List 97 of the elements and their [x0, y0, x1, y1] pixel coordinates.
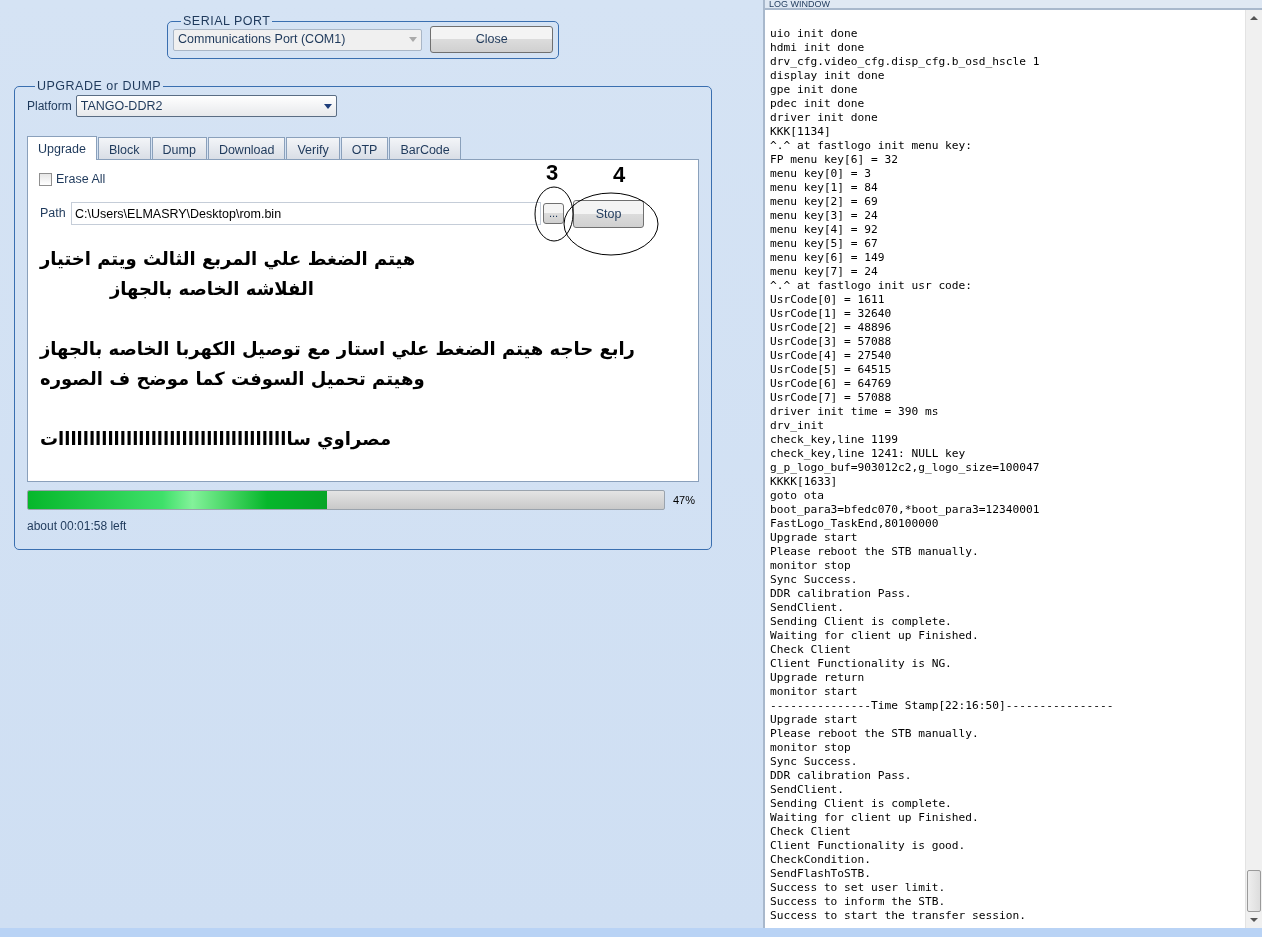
- log-line: UsrCode[4] = 27540: [770, 349, 893, 363]
- log-line: driver init done: [770, 111, 879, 125]
- log-line: pdec init done: [770, 97, 866, 111]
- log-line: ---------------Time Stamp[22:16:50]----------------: [770, 699, 1115, 713]
- log-line: Please reboot the STB manually.: [770, 545, 980, 559]
- checkbox[interactable]: [39, 172, 52, 186]
- log-line: Sending Client is complete.: [770, 797, 953, 811]
- log-line: Upgrade return: [770, 671, 866, 685]
- tab[interactable]: Upgrade: [27, 136, 97, 160]
- tab[interactable]: BarCode: [389, 137, 461, 159]
- log-line: monitor start: [770, 685, 859, 699]
- log-line: menu key[6] = 149: [770, 251, 886, 265]
- log-line: Sync Success.: [770, 573, 859, 587]
- log-line: Success to set user limit.: [770, 881, 947, 895]
- step-number: 4: [613, 164, 626, 186]
- tab[interactable]: Download: [207, 137, 286, 159]
- annotation-text: الفلاشه الخاصه بالجهاز: [110, 276, 314, 302]
- annotation-text: هيتم الضغط علي المربع الثالث ويتم اختيار: [40, 246, 416, 272]
- annotation-text: مصراوي ساااااااااااااااااااااااااااااااااااااات: [40, 426, 392, 452]
- tab[interactable]: OTP: [340, 137, 389, 159]
- path-label: Path: [40, 205, 67, 223]
- log-line: Success to start the transfer session.: [770, 909, 1027, 923]
- log-line: SendClient.: [770, 783, 846, 797]
- port-dropdown[interactable]: Communications Port (COM1): [173, 28, 423, 51]
- scroll-up-icon[interactable]: [1250, 16, 1258, 20]
- log-line: DDR calibration Pass.: [770, 587, 913, 601]
- time-left-text: about 00:01:58 left: [27, 518, 128, 535]
- close-button[interactable]: Close: [430, 26, 553, 53]
- log-line: Sync Success.: [770, 755, 859, 769]
- log-line: goto ota: [770, 489, 825, 503]
- log-line: ^.^ at fastlogo init usr code:: [770, 279, 974, 293]
- log-line: menu key[5] = 67: [770, 237, 879, 251]
- log-line: Success to inform the STB.: [770, 895, 947, 909]
- log-line: check_key,line 1199: [770, 433, 899, 447]
- browse-button[interactable]: ...: [543, 203, 564, 225]
- log-line: UsrCode[2] = 48896: [770, 321, 893, 335]
- log-line: g_p_logo_buf=903012c2,g_logo_size=100047: [770, 461, 1041, 475]
- log-line: ^.^ at fastlogo init menu key:: [770, 139, 974, 153]
- log-line: UsrCode[7] = 57088: [770, 391, 893, 405]
- log-line: UsrCode[1] = 32640: [770, 307, 893, 321]
- log-line: SendFlashToSTB.: [770, 867, 873, 881]
- log-line: menu key[0] = 3: [770, 167, 873, 181]
- log-line: hdmi init done: [770, 41, 866, 55]
- log-line: menu key[4] = 92: [770, 223, 879, 237]
- erase-all-label: Erase All: [56, 171, 106, 188]
- log-line: drv_cfg.video_cfg.disp_cfg.b_osd_hscle 1: [770, 55, 1041, 69]
- log-line: monitor stop: [770, 741, 852, 755]
- scroll-down-icon[interactable]: [1250, 918, 1258, 922]
- log-line: UsrCode[5] = 64515: [770, 363, 893, 377]
- log-line: DDR calibration Pass.: [770, 769, 913, 783]
- scrollbar[interactable]: [1245, 10, 1262, 928]
- log-line: display init done: [770, 69, 886, 83]
- log-line: menu key[7] = 24: [770, 265, 879, 279]
- log-line: UsrCode[6] = 64769: [770, 377, 893, 391]
- scroll-thumb[interactable]: [1247, 870, 1261, 912]
- log-line: SendClient.: [770, 601, 846, 615]
- log-line: FP menu key[6] = 32: [770, 153, 899, 167]
- platform-dropdown[interactable]: TANGO-DDR2: [75, 95, 337, 117]
- log-line: uio init done: [770, 27, 859, 41]
- tab[interactable]: Verify: [286, 137, 340, 159]
- log-line: Upgrade start: [770, 713, 859, 727]
- log-line: check_key,line 1241: NULL key: [770, 447, 967, 461]
- stop-button[interactable]: Stop: [573, 199, 644, 228]
- log-line: Sending Client is complete.: [770, 615, 953, 629]
- log-line: menu key[1] = 84: [770, 181, 879, 195]
- log-line: Client Functionality is good.: [770, 839, 967, 853]
- log-line: driver init time = 390 ms: [770, 405, 940, 419]
- step-number: 3: [546, 162, 559, 184]
- platform-label: Platform: [27, 98, 72, 115]
- log-line: drv_init: [770, 419, 825, 433]
- log-line: FastLogo_TaskEnd,80100000: [770, 517, 940, 531]
- log-window-title: LOG WINDOW: [765, 0, 1262, 10]
- group-title: SERIAL PORT: [182, 14, 272, 28]
- log-line: Check Client: [770, 825, 852, 839]
- log-line: Upgrade start: [770, 531, 859, 545]
- log-line: boot_para3=bfedc070,*boot_para3=12340001: [770, 503, 1041, 517]
- log-line: Check Client: [770, 643, 852, 657]
- log-line: Waiting for client up Finished.: [770, 811, 980, 825]
- group-title: UPGRADE or DUMP: [36, 79, 163, 93]
- path-field[interactable]: C:\Users\ELMASRY\Desktop\rom.bin: [71, 202, 541, 226]
- log-line: menu key[3] = 24: [770, 209, 879, 223]
- log-line: UsrCode[0] = 1611: [770, 293, 886, 307]
- log-line: UsrCode[3] = 57088: [770, 335, 893, 349]
- log-line: CheckCondition.: [770, 853, 873, 867]
- annotation-text: وهيتم تحميل السوفت كما موضح ف الصوره: [40, 366, 425, 392]
- log-line: KKKK[1633]: [770, 475, 839, 489]
- log-line: monitor stop: [770, 559, 852, 573]
- log-line: Client Functionality is NG.: [770, 657, 953, 671]
- log-line: Please reboot the STB manually.: [770, 727, 980, 741]
- annotation-text: رابع حاجه هيتم الضغط علي استار مع توصيل الكهربا الخاصه بالجهاز: [40, 336, 635, 362]
- log-line: Waiting for client up Finished.: [770, 629, 980, 643]
- log-line: KKK[1134]: [770, 125, 832, 139]
- tab[interactable]: Block: [97, 137, 151, 159]
- log-line: menu key[2] = 69: [770, 195, 879, 209]
- tab[interactable]: Dump: [151, 137, 207, 159]
- progress-percent: 47%: [673, 492, 696, 508]
- log-line: gpe init done: [770, 83, 859, 97]
